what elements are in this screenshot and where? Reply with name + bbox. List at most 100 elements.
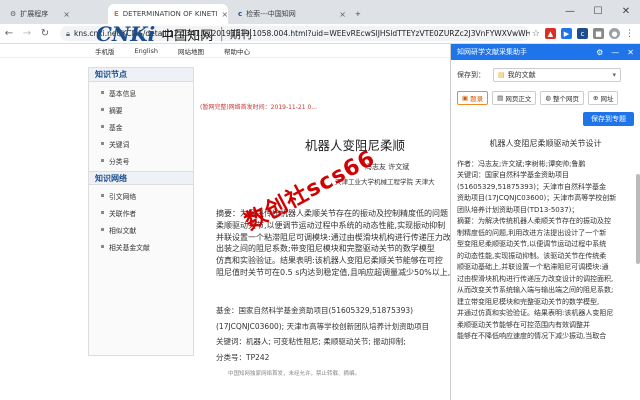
- sidebar-item-similar[interactable]: 相似文献: [89, 221, 193, 238]
- star-icon[interactable]: ☆: [532, 29, 540, 39]
- extension-blue-icon[interactable]: ▶: [561, 28, 572, 39]
- close-icon[interactable]: ×: [63, 10, 70, 19]
- sidebar-section-nodes: 知识节点: [89, 68, 193, 82]
- logo-chinese: 中国知网: [161, 28, 214, 44]
- menu-icon[interactable]: ⋮: [625, 29, 634, 39]
- tab-label: 检索---中国知网: [246, 10, 296, 18]
- first-publish-tag: (暂网完整)网络首发时间：2019-11-21 0...: [200, 104, 317, 111]
- button-label: 题录: [470, 95, 484, 103]
- chevron-down-icon: ▾: [612, 71, 616, 79]
- sidebar-item-label: 关联作者: [109, 209, 137, 218]
- url-button[interactable]: ⊕ 网址: [587, 91, 619, 105]
- minimize-icon[interactable]: —: [611, 48, 619, 57]
- close-icon[interactable]: ×: [339, 10, 346, 19]
- document-icon: E: [114, 10, 119, 18]
- sidebar-item-label: 摘要: [109, 106, 123, 115]
- citation-button[interactable]: ▣ 题录: [457, 91, 489, 105]
- close-window-button[interactable]: ✕: [612, 0, 640, 22]
- nav-help[interactable]: 帮助中心: [224, 46, 250, 56]
- extension-icons: ☆ ▲ ▶ c ■ ● ⋮: [532, 28, 640, 39]
- preview-line: 作者：冯志友;许文斌;李树彬;谭奕帅;鲁鹏: [457, 159, 586, 168]
- tab-determination[interactable]: E DETERMINATION OF KINETI ×: [108, 4, 228, 24]
- abstract-line: 阻尼值时关节可在0.5 s内达到稳定值,且响应超调量减少50%以上,: [216, 267, 450, 277]
- logo-brand: CNKi: [96, 22, 156, 46]
- close-icon[interactable]: ✕: [627, 48, 634, 57]
- exclusive-note: 中国知网独家网络首发，未经允许，禁止转载、摘编。: [228, 371, 361, 377]
- sidebar-item-fund[interactable]: 基金: [89, 118, 193, 135]
- save-to-label: 保存到：: [457, 71, 485, 79]
- sidebar-item-authors[interactable]: 关联作者: [89, 204, 193, 221]
- preview-line: 顺驱动基础上,并联设置一个粘滞阻尼可调模块:通: [457, 263, 609, 271]
- extension-gray-icon[interactable]: ■: [593, 28, 604, 39]
- collector-panel: 知网研学文献采集助手 ⚙ — ✕ 保存到： ▤ 我的文献 ▾ ▣ 题录 ▤ 网页正文…: [450, 44, 640, 400]
- panel-header: 知网研学文献采集助手 ⚙ — ✕: [451, 44, 640, 60]
- sidebar-item-keywords[interactable]: 关键词: [89, 135, 193, 152]
- page-body-button[interactable]: ▤ 网页正文: [492, 91, 537, 105]
- maximize-button[interactable]: ☐: [584, 0, 612, 22]
- bookmark-icon: ▣: [462, 94, 469, 102]
- nav-mobile[interactable]: 手机版: [95, 46, 115, 56]
- full-page-button[interactable]: ◍ 整个网页: [540, 91, 584, 105]
- reload-button[interactable]: ↻: [36, 28, 54, 39]
- lock-icon: 🔒︎: [66, 28, 70, 38]
- preview-line: 的动态性能,实现振动抑制。该驱动关节在传统柔: [457, 251, 607, 260]
- bullet-icon: [101, 125, 104, 128]
- knowledge-sidebar: 知识节点 基本信息 摘要 基金 关键词 分类号 知识网络 引文网络 关联作者 相…: [88, 67, 194, 356]
- page-icon: ▤: [497, 94, 504, 102]
- bullet-icon: [101, 108, 104, 111]
- preview-line: 能够在不降低响应速度的情况下减少振动,当取合: [457, 332, 607, 340]
- sidebar-item-basic[interactable]: 基本信息: [89, 84, 193, 101]
- gear-icon[interactable]: ⚙: [596, 48, 603, 57]
- sidebar-item-label: 相关基金文献: [109, 243, 150, 252]
- minimize-button[interactable]: —: [556, 0, 584, 22]
- sidebar-item-classno[interactable]: 分类号: [89, 152, 193, 169]
- keywords-line: 关键词：机器人; 可变粘性阻尼; 柔顺驱动关节; 振动抑制;: [216, 337, 406, 346]
- tab-extensions[interactable]: ⚙ 扩展程序 ×: [4, 4, 76, 24]
- sidebar-item-fund-docs[interactable]: 相关基金文献: [89, 238, 193, 255]
- tab-bar: ⚙ 扩展程序 × E DETERMINATION OF KINETI × c 检…: [0, 0, 640, 24]
- close-icon[interactable]: ×: [222, 10, 229, 19]
- preview-line: 型变阻尼柔顺驱动关节,以便调节运动过程中系统: [457, 240, 607, 248]
- capture-buttons: ▣ 题录 ▤ 网页正文 ◍ 整个网页 ⊕ 网址: [451, 82, 640, 105]
- new-tab-button[interactable]: +: [355, 4, 369, 24]
- nav-sitemap[interactable]: 网站地图: [178, 46, 204, 56]
- sidebar-item-label: 分类号: [109, 157, 130, 166]
- panel-scrollbar[interactable]: [636, 174, 640, 264]
- button-label: 网址: [600, 95, 614, 103]
- preview-line: (51605329,51875393)；天津市自然科学基金: [457, 182, 606, 191]
- tab-cnki[interactable]: c 检索---中国知网 ×: [232, 4, 352, 24]
- save-to-select[interactable]: ▤ 我的文献 ▾: [493, 68, 621, 82]
- bullet-icon: [101, 194, 104, 197]
- sidebar-item-citation[interactable]: 引文网络: [89, 187, 193, 204]
- classno-line: 分类号：TP242: [216, 353, 270, 362]
- sidebar-item-label: 基金: [109, 123, 123, 132]
- bullet-icon: [101, 211, 104, 214]
- abstract-line: 出装之间的阻尼系数;带变阻尼模块和完整驱动关节的数学模型: [216, 244, 435, 254]
- abstract-line: 仿真和实验验证。结果表明:该机器人变阻尼柔顺关节能够在可控: [216, 256, 443, 266]
- sidebar-section-network: 知识网络: [89, 171, 193, 185]
- cnki-logo[interactable]: CNKi 中国知网 | 期刊: [96, 22, 252, 46]
- save-to-value: 我的文献: [507, 71, 536, 79]
- bullet-icon: [101, 159, 104, 162]
- tab-label: 扩展程序: [20, 10, 49, 18]
- back-button[interactable]: ←: [0, 28, 18, 39]
- preview-line: 从而改变关节系统输入端与输出端之间的阻尼系数;: [457, 286, 614, 294]
- logo-section: 期刊: [229, 28, 252, 41]
- forward-button[interactable]: →: [18, 28, 36, 39]
- save-to-row: 保存到： ▤ 我的文献 ▾: [451, 60, 640, 82]
- nav-english[interactable]: English: [135, 47, 158, 55]
- preview-line: 关键词：国家自然科学基金资助项目: [457, 171, 569, 179]
- preview-line: 过由楔滑块机构进行传递压力改变设计的调控面积,: [457, 274, 614, 283]
- extension-red-icon[interactable]: ▲: [545, 28, 556, 39]
- button-label: 整个网页: [552, 95, 579, 103]
- avatar[interactable]: ●: [609, 28, 620, 39]
- bullet-icon: [101, 142, 104, 145]
- sidebar-item-abstract[interactable]: 摘要: [89, 101, 193, 118]
- save-to-topic-button[interactable]: 保存到专题: [583, 112, 634, 126]
- folder-icon: ▤: [498, 71, 505, 79]
- globe-icon: ◍: [545, 94, 551, 102]
- panel-title: 知网研学文献采集助手: [457, 48, 527, 56]
- sidebar-item-label: 基本信息: [109, 89, 137, 98]
- preview-line: 建立带变阻尼模块和完整驱动关节的数学模型,: [457, 297, 600, 306]
- extension-cnki-icon[interactable]: c: [577, 28, 588, 39]
